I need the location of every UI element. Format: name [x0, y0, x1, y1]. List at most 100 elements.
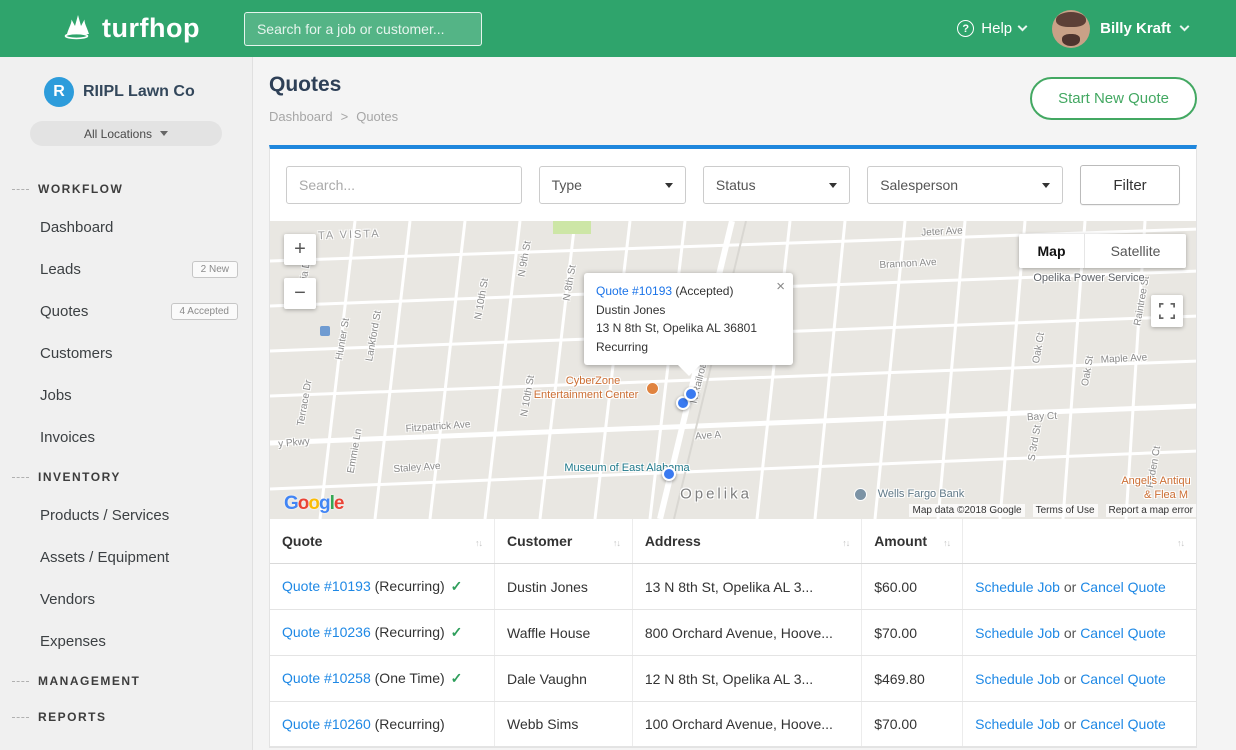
map[interactable]: TA VISTA Victoria Dr Hunter St Lankford …: [270, 221, 1196, 519]
nav-item-label: Dashboard: [40, 219, 113, 236]
user-menu[interactable]: Billy Kraft: [1052, 10, 1188, 48]
sidebar-item-leads[interactable]: Leads 2 New: [0, 248, 252, 290]
sidebar: R RIIPL Lawn Co All Locations WORKFLOW D…: [0, 57, 253, 750]
sort-icon: [842, 533, 849, 549]
zoom-out-button[interactable]: −: [284, 278, 316, 309]
map-marker[interactable]: [684, 387, 698, 401]
close-icon[interactable]: ×: [776, 279, 785, 294]
sidebar-item-dashboard[interactable]: Dashboard: [0, 206, 252, 248]
sidebar-item-customers[interactable]: Customers: [0, 332, 252, 374]
start-new-quote-button[interactable]: Start New Quote: [1030, 77, 1197, 120]
map-type-control: Map Satellite: [1019, 234, 1186, 268]
section-label: MANAGEMENT: [38, 674, 140, 688]
salesperson-select-value: Salesperson: [880, 177, 958, 193]
sidebar-item-vendors[interactable]: Vendors: [0, 578, 252, 620]
locations-label: All Locations: [84, 127, 152, 141]
brand-logo[interactable]: turfhop: [58, 8, 200, 49]
column-header-address[interactable]: Address: [632, 519, 861, 564]
global-search-input[interactable]: [244, 12, 482, 46]
sidebar-item-invoices[interactable]: Invoices: [0, 416, 252, 458]
street-label: Ave A: [695, 430, 722, 443]
company-logo: R: [44, 77, 74, 107]
google-logo-letter: o: [298, 493, 309, 514]
schedule-job-link[interactable]: Schedule Job: [975, 671, 1060, 687]
cancel-quote-link[interactable]: Cancel Quote: [1080, 716, 1166, 732]
section-dash-icon: [12, 681, 29, 682]
column-header-customer[interactable]: Customer: [495, 519, 633, 564]
quotes-search-input[interactable]: [286, 166, 522, 204]
nav-section-inventory: INVENTORY: [0, 458, 252, 494]
quote-link[interactable]: Quote #10236: [282, 624, 371, 640]
amount-cell: $60.00: [862, 564, 963, 610]
info-customer: Dustin Jones: [596, 301, 769, 320]
or-separator: or: [1064, 625, 1076, 641]
company-selector[interactable]: R RIIPL Lawn Co: [0, 57, 252, 107]
schedule-job-link[interactable]: Schedule Job: [975, 625, 1060, 641]
column-header-actions[interactable]: [963, 519, 1196, 564]
locations-dropdown[interactable]: All Locations: [30, 121, 222, 146]
sidebar-item-jobs[interactable]: Jobs: [0, 374, 252, 416]
or-separator: or: [1064, 671, 1076, 687]
quote-type: (Recurring): [375, 624, 445, 640]
status-select-value: Status: [716, 177, 756, 193]
nav-item-label: Leads: [40, 261, 81, 278]
sidebar-item-products-services[interactable]: Products / Services: [0, 494, 252, 536]
column-label: Amount: [874, 533, 927, 549]
amount-cell: $70.00: [862, 702, 963, 747]
column-header-quote[interactable]: Quote: [270, 519, 495, 564]
section-dash-icon: [12, 477, 29, 478]
quote-link[interactable]: Quote #10258: [282, 670, 371, 686]
cancel-quote-link[interactable]: Cancel Quote: [1080, 579, 1166, 595]
chevron-down-icon: [1042, 183, 1050, 188]
main-content: Quotes Dashboard > Quotes Start New Quot…: [253, 57, 1236, 750]
type-select[interactable]: Type: [539, 166, 686, 204]
fullscreen-button[interactable]: [1151, 295, 1183, 327]
poi-label-power-service: Opelika Power Service: [1033, 272, 1144, 284]
column-label: Customer: [507, 533, 572, 549]
nav-section-management[interactable]: MANAGEMENT: [0, 662, 252, 698]
map-view-button[interactable]: Map: [1019, 234, 1085, 268]
address-cell: 100 Orchard Avenue, Hoove...: [632, 702, 861, 747]
nav-section-reports[interactable]: REPORTS: [0, 698, 252, 734]
table-row: Quote #10258 (One Time)✓ Dale Vaughn 12 …: [270, 656, 1196, 702]
schedule-job-link[interactable]: Schedule Job: [975, 579, 1060, 595]
column-label: Quote: [282, 533, 322, 549]
poi-label-cyberzone: CyberZone: [566, 375, 620, 387]
zoom-in-button[interactable]: +: [284, 234, 316, 265]
cancel-quote-link[interactable]: Cancel Quote: [1080, 625, 1166, 641]
topbar: turfhop Help Billy Kraft: [0, 0, 1236, 57]
filter-button[interactable]: Filter: [1080, 165, 1180, 205]
breadcrumb-dashboard[interactable]: Dashboard: [269, 109, 333, 124]
column-header-amount[interactable]: Amount: [862, 519, 963, 564]
map-marker[interactable]: [662, 467, 676, 481]
sidebar-item-assets-equipment[interactable]: Assets / Equipment: [0, 536, 252, 578]
info-address: 13 N 8th St, Opelika AL 36801: [596, 319, 769, 338]
sidebar-item-expenses[interactable]: Expenses: [0, 620, 252, 662]
status-select[interactable]: Status: [703, 166, 850, 204]
poi-icon: [320, 326, 330, 336]
street-label: Bay Ct: [1027, 411, 1058, 424]
cancel-quote-link[interactable]: Cancel Quote: [1080, 671, 1166, 687]
brand-name: turfhop: [102, 13, 200, 44]
quote-link[interactable]: Quote #10260: [282, 716, 371, 732]
report-map-error-link[interactable]: Report a map error: [1106, 504, 1196, 517]
terms-of-use-link[interactable]: Terms of Use: [1033, 504, 1098, 517]
sidebar-item-quotes[interactable]: Quotes 4 Accepted: [0, 290, 252, 332]
help-menu[interactable]: Help: [957, 20, 1026, 37]
nav-item-label: Expenses: [40, 633, 106, 650]
schedule-job-link[interactable]: Schedule Job: [975, 716, 1060, 732]
info-quote-link[interactable]: Quote #10193: [596, 284, 672, 298]
google-logo[interactable]: Google: [284, 493, 343, 515]
satellite-view-button[interactable]: Satellite: [1085, 234, 1186, 268]
nav-item-label: Products / Services: [40, 507, 169, 524]
accepted-check-icon: ✓: [451, 578, 463, 594]
user-name: Billy Kraft: [1100, 20, 1171, 37]
sort-icon: [943, 533, 950, 549]
poi-label-wells-fargo: Wells Fargo Bank: [878, 488, 965, 500]
map-attribution: Map data ©2018 Google Terms of Use Repor…: [909, 504, 1196, 517]
nav-item-label: Customers: [40, 345, 113, 362]
or-separator: or: [1064, 716, 1076, 732]
salesperson-select[interactable]: Salesperson: [867, 166, 1063, 204]
quote-link[interactable]: Quote #10193: [282, 578, 371, 594]
nav-item-label: Quotes: [40, 303, 88, 320]
